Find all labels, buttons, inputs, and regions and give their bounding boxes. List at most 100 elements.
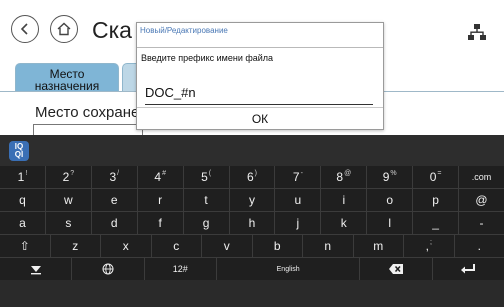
- back-button[interactable]: [11, 15, 39, 43]
- key-label: p: [432, 193, 439, 207]
- keyboard-row-bottom: 12# English: [0, 258, 504, 280]
- key-label: i: [342, 193, 346, 207]
- key-label: a: [19, 216, 26, 230]
- key-alt-label: ): [254, 169, 257, 177]
- key-2-1[interactable]: s: [45, 212, 92, 234]
- key-label: 5: [201, 170, 208, 184]
- key-label: h: [248, 216, 256, 230]
- key-0-3[interactable]: 4 #: [137, 166, 184, 188]
- network-icon: [468, 24, 486, 40]
- key-1-9[interactable]: p: [413, 189, 460, 211]
- keyboard-row-zxcv: ⇧ z x c v b n m,;.: [0, 235, 504, 257]
- key-2-7[interactable]: k: [321, 212, 368, 234]
- key-1-5[interactable]: y: [229, 189, 276, 211]
- key-label: 6: [246, 170, 254, 184]
- key-label: .com: [471, 172, 492, 182]
- key-label: _: [432, 216, 439, 230]
- key-3-9[interactable]: .: [454, 235, 504, 257]
- key-3-3[interactable]: c: [151, 235, 202, 257]
- key-label: w: [64, 193, 73, 207]
- key-1-0[interactable]: q: [0, 189, 46, 211]
- keyboard-toolbar: IQ QI: [0, 135, 504, 166]
- key-label: 0: [429, 170, 437, 184]
- key-label: e: [110, 193, 118, 207]
- key-2-5[interactable]: h: [229, 212, 276, 234]
- key-label: 3: [109, 170, 117, 184]
- key-label: z: [72, 239, 79, 253]
- key-2-3[interactable]: f: [137, 212, 184, 234]
- key-label: m: [373, 239, 384, 253]
- key-2-2[interactable]: d: [91, 212, 138, 234]
- hide-keyboard-icon: [30, 266, 41, 275]
- ok-button[interactable]: ОК: [137, 107, 383, 129]
- key-label: 7: [292, 170, 300, 184]
- key-label: 1: [17, 170, 25, 184]
- symbols-key[interactable]: 12#: [144, 258, 217, 280]
- key-3-1[interactable]: z: [50, 235, 101, 257]
- key-label: n: [324, 239, 332, 253]
- backspace-icon: [389, 264, 404, 274]
- key-1-1[interactable]: w: [45, 189, 92, 211]
- key-0-1[interactable]: 2?: [45, 166, 92, 188]
- key-1-3[interactable]: r: [137, 189, 184, 211]
- key-3-0[interactable]: ⇧: [0, 235, 51, 257]
- key-0-10[interactable]: .com: [459, 166, 504, 188]
- key-2-9[interactable]: _: [413, 212, 460, 234]
- key-3-2[interactable]: x: [101, 235, 152, 257]
- key-label: u: [294, 193, 302, 207]
- save-location-label: Место сохране: [35, 104, 140, 121]
- key-2-8[interactable]: l: [367, 212, 414, 234]
- key-3-4[interactable]: v: [202, 235, 253, 257]
- globe-icon: [102, 263, 114, 275]
- key-label: 2: [62, 170, 70, 184]
- key-3-8[interactable]: ,;: [404, 235, 455, 257]
- key-0-8[interactable]: 9%: [367, 166, 414, 188]
- key-label: .: [477, 239, 481, 253]
- backspace-key[interactable]: [360, 258, 433, 280]
- key-3-7[interactable]: m: [353, 235, 404, 257]
- key-0-2[interactable]: 3/: [91, 166, 138, 188]
- key-2-4[interactable]: g: [183, 212, 230, 234]
- key-0-0[interactable]: 1!: [0, 166, 46, 188]
- language-key[interactable]: [72, 258, 145, 280]
- key-3-5[interactable]: b: [252, 235, 303, 257]
- key-1-8[interactable]: o: [367, 189, 414, 211]
- home-icon: [57, 22, 71, 36]
- key-1-4[interactable]: t: [183, 189, 230, 211]
- key-0-9[interactable]: 0 =: [413, 166, 460, 188]
- home-button[interactable]: [50, 15, 78, 43]
- key-1-7[interactable]: i: [321, 189, 368, 211]
- key-1-10[interactable]: @: [459, 189, 504, 211]
- keyboard-row-asdf: a s d f g h j k l _ -: [0, 212, 504, 234]
- enter-key[interactable]: [432, 258, 504, 280]
- key-0-7[interactable]: 8 @: [321, 166, 368, 188]
- save-location-field[interactable]: [33, 124, 143, 135]
- key-alt-label: @: [344, 169, 352, 177]
- key-label: y: [248, 193, 255, 207]
- key-1-2[interactable]: e: [91, 189, 138, 211]
- key-label: 8: [336, 170, 344, 184]
- key-0-4[interactable]: 5(: [183, 166, 230, 188]
- tab-destination[interactable]: Место назначения: [15, 63, 119, 92]
- hide-keyboard-key[interactable]: [0, 258, 73, 280]
- key-label: l: [388, 216, 392, 230]
- key-2-6[interactable]: j: [275, 212, 322, 234]
- key-3-6[interactable]: n: [303, 235, 354, 257]
- key-alt-label: ;: [429, 238, 432, 246]
- on-screen-keyboard: IQ QI 1! 2? 3/4 #5(6) 7-8 @9% 0 = .com qwertyuiop…: [0, 135, 504, 307]
- key-2-0[interactable]: a: [0, 212, 46, 234]
- keyboard-row-qwerty: q w e r t y u i o p @: [0, 189, 504, 211]
- key-label: r: [158, 193, 163, 207]
- key-alt-label: -: [300, 169, 303, 177]
- key-0-6[interactable]: 7-: [275, 166, 322, 188]
- key-2-10[interactable]: -: [459, 212, 504, 234]
- key-1-6[interactable]: u: [275, 189, 322, 211]
- key-label: f: [158, 216, 162, 230]
- key-label: t: [204, 193, 208, 207]
- input-mode-button[interactable]: IQ QI: [9, 141, 29, 161]
- dialog-title: Новый/Редактирование: [137, 23, 383, 48]
- page-title: Ска: [92, 17, 132, 43]
- file-prefix-input[interactable]: DOC_#n: [145, 81, 373, 105]
- space-key[interactable]: English: [216, 258, 361, 280]
- key-0-5[interactable]: 6): [229, 166, 276, 188]
